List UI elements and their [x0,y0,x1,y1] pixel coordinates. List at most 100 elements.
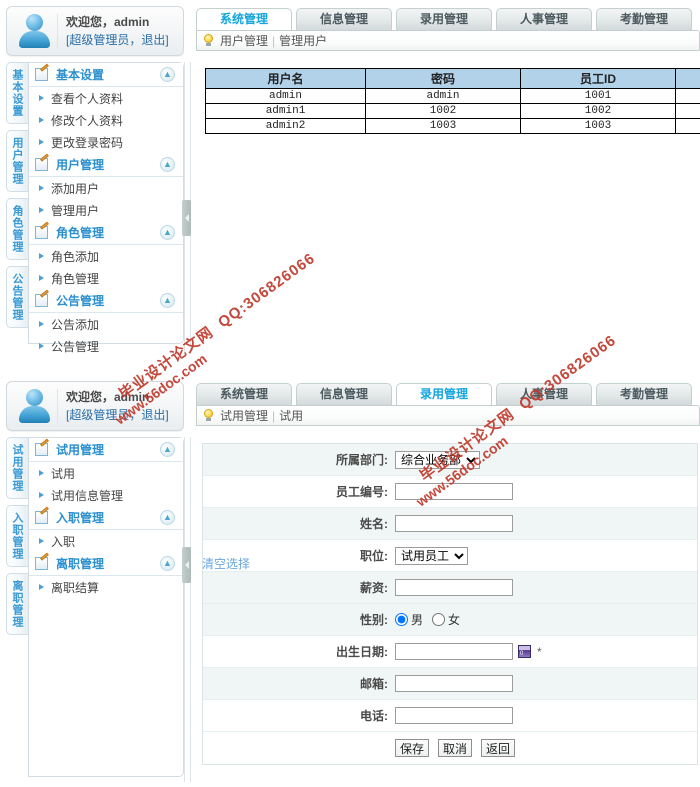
cell-username: admin1 [205,103,366,119]
vertical-tab-basic-settings[interactable]: 基本设置 [6,62,28,124]
column-header-employeeid: 员工ID [520,68,676,89]
vertical-tab-onboarding-management[interactable]: 入职管理 [6,505,28,567]
label-employee-id: 员工编号: [336,485,388,499]
form-row-gender: 性别: 男 女 [203,604,697,636]
collapse-chevron-icon[interactable]: ▲ [160,157,175,172]
tab-system-management[interactable]: 系统管理 [196,8,292,30]
column-header-username: 用户名 [205,68,366,89]
department-select[interactable]: 综合业务部 [395,450,480,469]
vertical-tab-probation-management[interactable]: 试用管理 [6,437,28,499]
vertical-tab-role-management[interactable]: 角色管理 [6,198,28,260]
role-logout-link[interactable]: [超级管理员，退出] [66,31,169,49]
collapse-chevron-icon[interactable]: ▲ [160,225,175,240]
gender-radio-female[interactable] [432,613,446,626]
menu-item-manage-users[interactable]: 管理用户 [29,199,183,221]
menu-item-edit-profile[interactable]: 修改个人资料 [29,109,183,131]
vertical-tab-notice-management[interactable]: 公告管理 [6,266,28,328]
cell-employeeid: 1003 [520,118,676,134]
cell-employeeid: 1002 [520,103,676,119]
cell-password: 1002 [365,103,521,119]
save-button[interactable]: 保存 [395,739,430,757]
welcome-greeting: 欢迎您，admin [66,390,150,404]
clear-selection-link[interactable]: 清空选择 [202,555,250,572]
collapse-chevron-icon[interactable]: ▲ [160,510,175,525]
accordion-group-user-management[interactable]: 用户管理 ▲ [29,153,183,177]
accordion-group-notice-management[interactable]: 公告管理 ▲ [29,289,183,313]
menu-item-resignation-settlement[interactable]: 离职结算 [29,576,183,598]
table-row[interactable]: admin admin 1001 [205,88,700,104]
menu-item-add-role[interactable]: 角色添加 [29,245,183,267]
app-screenshot: 欢迎您，admin [超级管理员，退出] 基本设置 用户管理 角色管理 公告管理… [0,0,700,787]
menu-item-manage-roles[interactable]: 角色管理 [29,267,183,289]
bullet-arrow-icon [39,470,44,476]
tab-info-management[interactable]: 信息管理 [296,383,392,405]
menu-item-add-notice[interactable]: 公告添加 [29,313,183,335]
table-row[interactable]: admin2 1003 1003 [205,118,700,134]
menu-item-label: 入职 [51,534,76,549]
cell-actions[interactable] [675,103,700,119]
edit-sheet-icon [35,438,51,457]
cell-actions[interactable] [675,118,700,134]
menu-item-onboarding[interactable]: 入职 [29,530,183,552]
salary-input[interactable] [395,579,513,596]
form-row-phone: 电话: [203,700,697,732]
accordion-group-onboarding-management[interactable]: 入职管理 ▲ [29,506,183,530]
collapse-chevron-icon[interactable]: ▲ [160,293,175,308]
tab-hiring-management[interactable]: 录用管理 [396,383,492,405]
menu-item-change-password[interactable]: 更改登录密码 [29,131,183,153]
cell-username: admin2 [205,118,366,134]
cell-actions[interactable] [675,88,700,104]
birthdate-input[interactable] [395,643,513,660]
accordion-group-probation-management[interactable]: 试用管理 ▲ [29,438,183,462]
accordion-group-role-management[interactable]: 角色管理 ▲ [29,221,183,245]
breadcrumb-parent[interactable]: 试用管理 [220,407,268,424]
edit-sheet-icon [35,506,51,525]
label-phone: 电话: [360,709,388,723]
back-button[interactable]: 返回 [481,739,516,757]
calendar-icon[interactable]: 0 [518,645,531,658]
form-row-actions: 保存 取消 返回 [203,732,697,764]
collapse-chevron-icon[interactable]: ▲ [160,442,175,457]
gender-label-female: 女 [448,613,461,627]
sidebar-collapse-handle[interactable] [182,547,191,583]
main-content-area: 系统管理 信息管理 录用管理 人事管理 考勤管理 试用管理 | 试用 所属部门: [196,383,700,765]
vertical-tab-resignation-management[interactable]: 离职管理 [6,573,28,635]
employee-id-input[interactable] [395,483,513,500]
name-input[interactable] [395,515,513,532]
table-row[interactable]: admin1 1002 1002 [205,103,700,119]
bullet-arrow-icon [39,253,44,259]
tab-hiring-management[interactable]: 录用管理 [396,8,492,30]
position-select[interactable]: 试用员工 [395,546,468,565]
form-row-position: 职位: 试用员工 [203,540,697,572]
tab-hr-management[interactable]: 人事管理 [496,8,592,30]
menu-item-manage-notices[interactable]: 公告管理 [29,335,183,357]
gender-radio-male[interactable] [395,613,408,626]
accordion-group-resignation-management[interactable]: 离职管理 ▲ [29,552,183,576]
phone-input[interactable] [395,707,513,724]
accordion-group-basic-settings[interactable]: 基本设置 ▲ [29,63,183,87]
sidebar-collapse-handle[interactable] [182,200,191,236]
tab-hr-management[interactable]: 人事管理 [496,383,592,405]
edit-sheet-icon [35,153,51,172]
tab-system-management[interactable]: 系统管理 [196,383,292,405]
menu-item-add-user[interactable]: 添加用户 [29,177,183,199]
role-logout-link[interactable]: [超级管理员，退出] [66,406,169,424]
menu-item-probation-info[interactable]: 试用信息管理 [29,484,183,506]
label-birthdate: 出生日期: [336,645,388,659]
label-salary: 薪资: [360,581,388,595]
collapse-chevron-icon[interactable]: ▲ [160,67,175,82]
bullet-arrow-icon [39,343,44,349]
email-input[interactable] [395,675,513,692]
vertical-tab-user-management[interactable]: 用户管理 [6,130,28,192]
breadcrumb-parent[interactable]: 用户管理 [220,32,268,49]
cancel-button[interactable]: 取消 [438,739,473,757]
menu-item-probation[interactable]: 试用 [29,462,183,484]
menu-item-view-profile[interactable]: 查看个人资料 [29,87,183,109]
tab-attendance-management[interactable]: 考勤管理 [596,383,692,405]
collapse-chevron-icon[interactable]: ▲ [160,556,175,571]
cell-employeeid: 1001 [520,88,676,104]
breadcrumb-current: 试用 [279,409,304,423]
panel-splitter [184,437,185,782]
tab-info-management[interactable]: 信息管理 [296,8,392,30]
tab-attendance-management[interactable]: 考勤管理 [596,8,692,30]
